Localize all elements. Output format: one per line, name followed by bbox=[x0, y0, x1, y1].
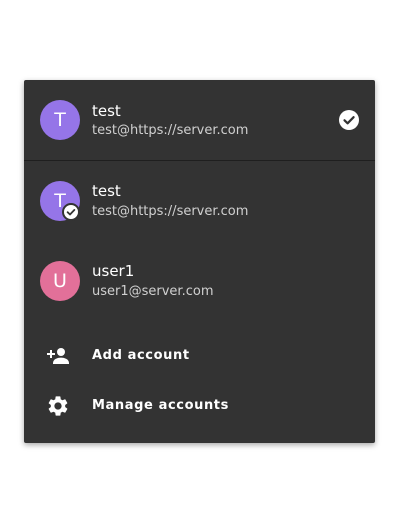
manage-accounts-label: Manage accounts bbox=[92, 398, 229, 413]
account-name: test bbox=[92, 182, 121, 200]
current-account[interactable]: T test test@https://server.com bbox=[24, 80, 375, 160]
account-name: test bbox=[92, 102, 121, 120]
account-email: test@https://server.com bbox=[92, 204, 249, 219]
account-name: user1 bbox=[92, 262, 135, 280]
avatar: T bbox=[40, 100, 80, 140]
list-item[interactable]: T test test@https://server.com bbox=[24, 161, 375, 241]
account-email: user1@server.com bbox=[92, 284, 214, 299]
avatar: U bbox=[40, 261, 80, 301]
check-circle-icon bbox=[339, 110, 359, 130]
check-badge-icon bbox=[62, 203, 80, 221]
account-email: test@https://server.com bbox=[92, 123, 249, 138]
person-add-icon bbox=[46, 344, 70, 368]
add-account-button[interactable]: Add account bbox=[24, 331, 375, 381]
manage-accounts-button[interactable]: Manage accounts bbox=[24, 381, 375, 431]
list-item[interactable]: U user1 user1@server.com bbox=[24, 241, 375, 321]
gear-icon bbox=[46, 394, 70, 418]
add-account-label: Add account bbox=[92, 348, 190, 363]
account-switcher-panel: T test test@https://server.com T test te… bbox=[24, 80, 375, 443]
